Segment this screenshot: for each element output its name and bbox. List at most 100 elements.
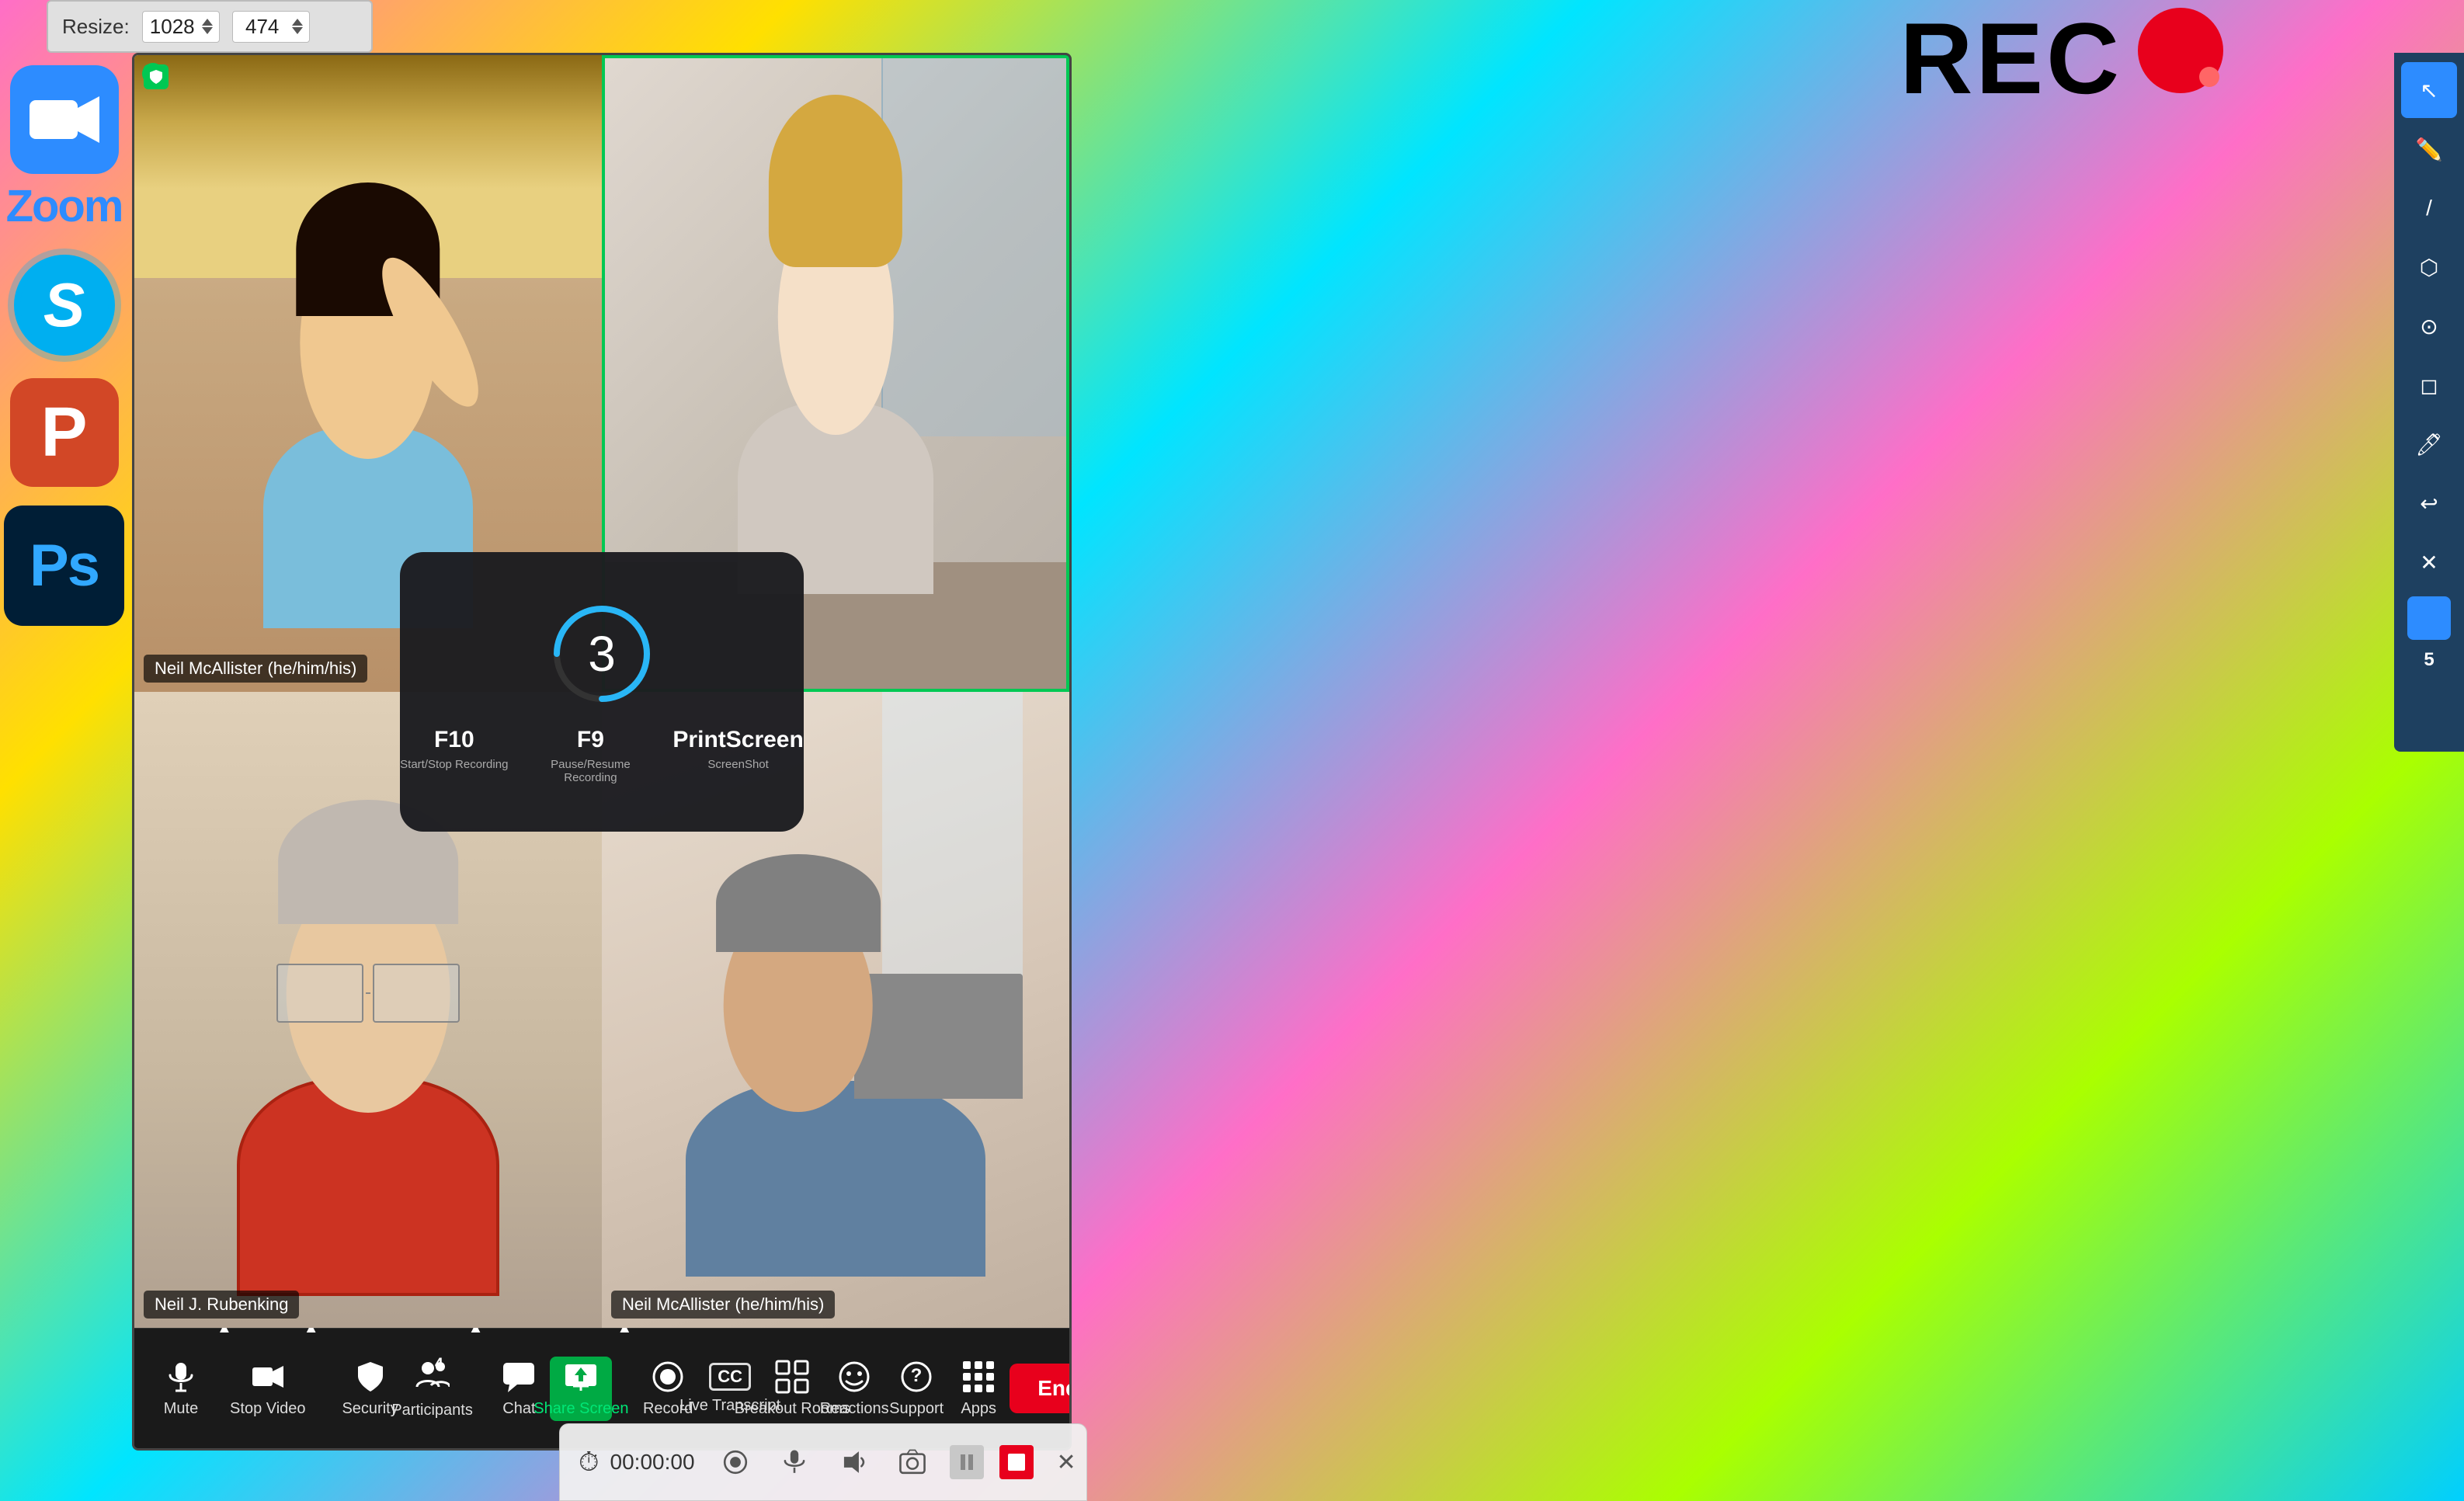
- participants-label: Participants: [391, 1402, 473, 1419]
- eraser-tool-btn[interactable]: ◻: [2401, 357, 2457, 413]
- skype-app-icon[interactable]: S: [10, 251, 119, 360]
- height-down-arrow[interactable]: [292, 27, 303, 34]
- lasso-tool-btn[interactable]: ⊙: [2401, 298, 2457, 354]
- name-label-4: Neil McAllister (he/him/his): [611, 1291, 835, 1319]
- mute-label: Mute: [164, 1400, 198, 1418]
- mute-button[interactable]: Mute: [150, 1353, 212, 1424]
- width-up-arrow[interactable]: [202, 19, 213, 26]
- support-icon: ?: [899, 1360, 933, 1394]
- highlighter-tool-btn[interactable]: 🖊: [2401, 416, 2457, 472]
- breakout-rooms-icon: [775, 1360, 809, 1394]
- person-4-silhouette: [648, 832, 1023, 1277]
- rec-microphone-icon: [780, 1447, 809, 1477]
- security-shield-icon: [353, 1360, 387, 1394]
- share-screen-label: Share Screen: [533, 1400, 628, 1418]
- participants-count: 4: [435, 1356, 443, 1373]
- video-grid: Neil McAllister (he/him/his): [134, 55, 1069, 1328]
- color-swatch[interactable]: [2407, 596, 2451, 640]
- reactions-icon: [837, 1360, 871, 1394]
- recording-timer: ⏱ 00:00:00: [579, 1447, 695, 1478]
- resize-height-value: 474: [239, 15, 286, 39]
- share-screen-button[interactable]: Share Screen: [550, 1357, 612, 1421]
- resize-label: Resize:: [62, 15, 130, 39]
- rec-camera-icon: [721, 1447, 750, 1477]
- shortcut-f10-key: F10: [434, 727, 474, 753]
- width-down-arrow[interactable]: [202, 27, 213, 34]
- pen-tool-btn[interactable]: ✏️: [2401, 121, 2457, 177]
- countdown-number: 3: [588, 625, 616, 683]
- hair-2: [769, 95, 902, 267]
- microphone-icon: [164, 1360, 198, 1394]
- reactions-label: Reactions: [820, 1400, 889, 1418]
- timer-clock-icon: ⏱: [579, 1447, 599, 1478]
- left-sidebar: Zoom S P Ps: [0, 53, 128, 1404]
- zoom-app-icon[interactable]: [10, 65, 119, 174]
- shortcut-ps-label: ScreenShot: [707, 758, 768, 771]
- shortcut-f10: F10 Start/Stop Recording: [400, 727, 508, 771]
- rec-indicator: REC: [1900, 8, 2223, 109]
- apps-label: Apps: [961, 1400, 996, 1418]
- person-3-silhouette: [204, 800, 531, 1296]
- breakout-rooms-button[interactable]: Breakout Rooms: [761, 1353, 823, 1424]
- resize-height-input[interactable]: 474: [232, 11, 310, 43]
- apps-button[interactable]: Apps: [947, 1353, 1010, 1424]
- rec-snapshot-btn[interactable]: [891, 1440, 934, 1484]
- undo-tool-btn[interactable]: ↩: [2401, 475, 2457, 531]
- participants-button[interactable]: 4 Participants: [401, 1351, 464, 1426]
- resize-bar[interactable]: Resize: 1028 474: [47, 0, 373, 53]
- line-tool-btn[interactable]: /: [2401, 180, 2457, 236]
- rec-text: REC: [1900, 8, 2122, 109]
- shirt-4: [686, 1081, 985, 1277]
- stop-icon: [1008, 1454, 1025, 1471]
- countdown-ring: 3: [547, 599, 656, 708]
- security-label: Security: [342, 1400, 398, 1418]
- name-label-3: Neil J. Rubenking: [144, 1291, 299, 1319]
- shapes-tool-btn[interactable]: ⬡: [2401, 239, 2457, 295]
- zoom-camera-icon: [26, 89, 103, 151]
- stop-video-label: Stop Video: [230, 1400, 306, 1418]
- hair-4: [716, 854, 881, 952]
- apps-icon: [961, 1360, 996, 1394]
- rec-dot: [2138, 8, 2223, 93]
- svg-text:?: ?: [911, 1365, 923, 1386]
- shortcut-f10-label: Start/Stop Recording: [400, 758, 508, 771]
- rec-small-dot: [2199, 67, 2219, 87]
- resize-width-input[interactable]: 1028: [142, 11, 220, 43]
- rec-microphone-btn[interactable]: [773, 1440, 816, 1484]
- record-icon: [651, 1360, 685, 1394]
- share-screen-icon: [564, 1360, 598, 1394]
- participants-icon-wrapper: 4: [415, 1357, 450, 1395]
- reactions-button[interactable]: Reactions: [823, 1353, 885, 1424]
- laptop-4: [854, 974, 1023, 1099]
- zoom-window: Neil McAllister (he/him/his): [132, 53, 1072, 1451]
- shortcut-f9-key: F9: [577, 727, 604, 753]
- resize-width-value: 1028: [149, 15, 196, 39]
- support-label: Support: [889, 1400, 944, 1418]
- height-up-arrow[interactable]: [292, 19, 303, 26]
- stop-video-button[interactable]: Stop Video: [237, 1353, 299, 1424]
- cc-icon: CC: [709, 1363, 751, 1391]
- close-tool-btn[interactable]: ✕: [2401, 534, 2457, 590]
- glasses-3: [276, 964, 460, 1023]
- rec-speaker-btn[interactable]: [832, 1440, 875, 1484]
- rec-close-btn[interactable]: ✕: [1057, 1449, 1076, 1476]
- support-button[interactable]: ? Support: [885, 1353, 947, 1424]
- rec-pause-btn[interactable]: [950, 1445, 984, 1479]
- pause-icon: [957, 1453, 976, 1471]
- right-toolbar: ↖ ✏️ / ⬡ ⊙ ◻ 🖊 ↩ ✕ 5: [2394, 53, 2464, 752]
- rec-camera-btn[interactable]: [714, 1440, 757, 1484]
- shortcut-f9: F9 Pause/Resume Recording: [536, 727, 645, 784]
- rec-stop-btn[interactable]: [999, 1445, 1034, 1479]
- end-button[interactable]: End: [1010, 1364, 1072, 1413]
- powerpoint-app-icon[interactable]: P: [10, 378, 119, 487]
- recording-controls: ✕: [714, 1440, 1076, 1484]
- cursor-tool-btn[interactable]: ↖: [2401, 62, 2457, 118]
- zoom-label: Zoom: [6, 180, 123, 232]
- rec-snapshot-icon: [898, 1447, 927, 1477]
- participants-icon: [415, 1357, 450, 1392]
- countdown-shortcuts: F10 Start/Stop Recording F9 Pause/Resume…: [400, 727, 804, 784]
- resize-width-arrows[interactable]: [202, 19, 213, 34]
- shortcut-f9-label: Pause/Resume Recording: [536, 758, 645, 784]
- resize-height-arrows[interactable]: [292, 19, 303, 34]
- photoshop-app-icon[interactable]: Ps: [4, 506, 124, 626]
